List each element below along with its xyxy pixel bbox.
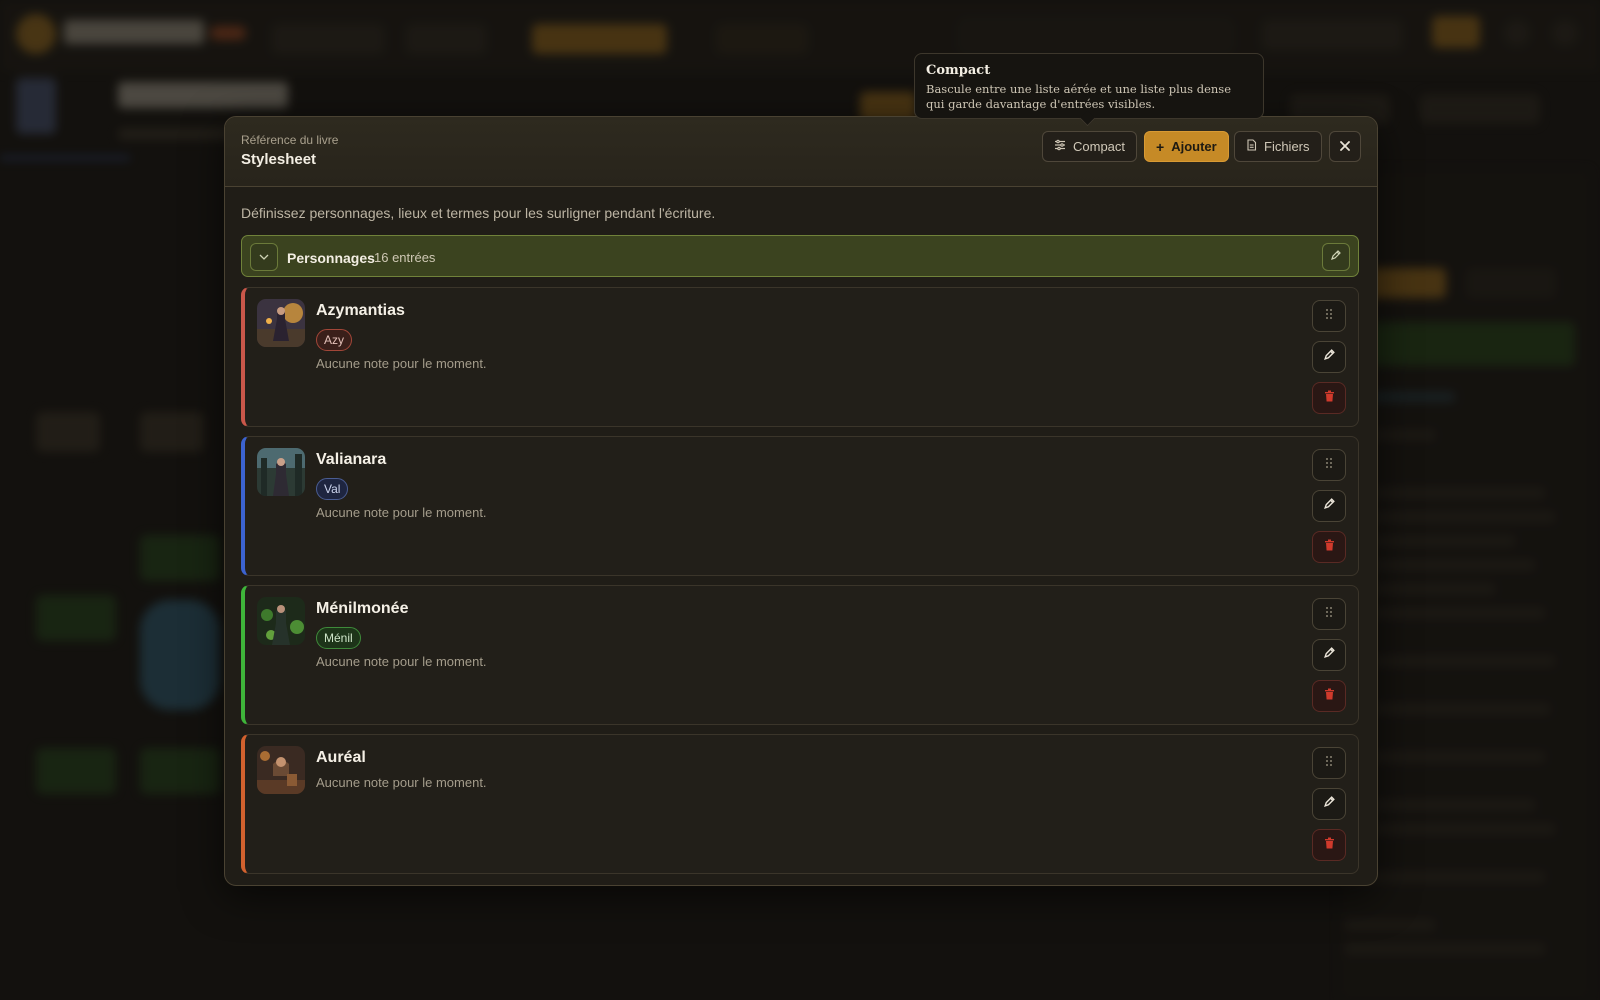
entry-note: Aucune note pour le moment. — [316, 356, 487, 371]
entry-alias: Val — [316, 478, 349, 500]
compact-button-label: Compact — [1073, 139, 1126, 154]
entry-portrait — [257, 299, 305, 347]
modal-title: Stylesheet — [241, 151, 317, 168]
group-count: 16 entrées — [374, 250, 436, 265]
close-icon — [1340, 139, 1350, 154]
entry-alias: Ménil — [316, 627, 361, 649]
grip-icon — [1325, 605, 1333, 623]
drag-handle[interactable] — [1312, 598, 1346, 630]
pencil-icon — [1323, 497, 1336, 515]
pencil-icon — [1323, 348, 1336, 366]
edit-entry-button[interactable] — [1312, 639, 1346, 671]
sliders-icon — [1054, 139, 1066, 154]
files-button-label: Fichiers — [1264, 139, 1310, 154]
edit-entry-button[interactable] — [1312, 341, 1346, 373]
edit-entry-button[interactable] — [1312, 490, 1346, 522]
tooltip-text: Bascule entre une liste aérée et une lis… — [926, 82, 1232, 111]
entry-note: Aucune note pour le moment. — [316, 654, 487, 669]
grip-icon — [1325, 754, 1333, 772]
entry-portrait — [257, 597, 305, 645]
entry-name: Ménilmonée — [316, 600, 409, 617]
stylesheet-modal: Référence du livre Stylesheet Compact + … — [224, 116, 1378, 886]
compact-button[interactable]: Compact — [1042, 131, 1138, 162]
drag-handle[interactable] — [1312, 449, 1346, 481]
edit-group-button[interactable] — [1322, 243, 1350, 271]
modal-header: Référence du livre Stylesheet Compact + … — [225, 117, 1377, 187]
delete-entry-button[interactable] — [1312, 829, 1346, 861]
add-button-label: Ajouter — [1171, 139, 1217, 154]
delete-entry-button[interactable] — [1312, 531, 1346, 563]
drag-handle[interactable] — [1312, 747, 1346, 779]
delete-entry-button[interactable] — [1312, 382, 1346, 414]
group-header-characters[interactable]: Personnages 16 entrées — [241, 235, 1359, 277]
pencil-icon — [1330, 248, 1342, 266]
grip-icon — [1325, 307, 1333, 325]
entry-name: Auréal — [316, 749, 366, 766]
entry-name: Azymantias — [316, 302, 405, 319]
trash-icon — [1324, 538, 1335, 556]
entry-card[interactable]: Auréal Aucune note pour le moment. — [241, 734, 1359, 874]
trash-icon — [1324, 687, 1335, 705]
drag-handle[interactable] — [1312, 300, 1346, 332]
pencil-icon — [1323, 795, 1336, 813]
entry-note: Aucune note pour le moment. — [316, 775, 487, 790]
edit-entry-button[interactable] — [1312, 788, 1346, 820]
document-icon — [1246, 139, 1257, 154]
entry-name: Valianara — [316, 451, 387, 468]
collapse-group-button[interactable] — [250, 243, 278, 271]
entry-card[interactable]: Ménilmonée Ménil Aucune note pour le mom… — [241, 585, 1359, 725]
compact-tooltip: Compact Bascule entre une liste aérée et… — [914, 53, 1264, 119]
plus-icon: + — [1156, 138, 1165, 155]
entry-card[interactable]: Valianara Val Aucune note pour le moment… — [241, 436, 1359, 576]
tooltip-title: Compact — [926, 63, 991, 78]
pencil-icon — [1323, 646, 1336, 664]
modal-description: Définissez personnages, lieux et termes … — [241, 205, 716, 221]
entry-portrait — [257, 746, 305, 794]
group-title: Personnages — [287, 250, 375, 266]
close-button[interactable] — [1329, 131, 1361, 162]
add-entry-button[interactable]: + Ajouter — [1144, 131, 1229, 162]
trash-icon — [1324, 389, 1335, 407]
modal-body: Définissez personnages, lieux et termes … — [241, 186, 1361, 885]
entry-portrait — [257, 448, 305, 496]
grip-icon — [1325, 456, 1333, 474]
delete-entry-button[interactable] — [1312, 680, 1346, 712]
chevron-down-icon — [259, 248, 269, 266]
entry-alias: Azy — [316, 329, 353, 351]
files-button[interactable]: Fichiers — [1234, 131, 1322, 162]
trash-icon — [1324, 836, 1335, 854]
modal-eyebrow: Référence du livre — [241, 133, 339, 147]
entry-note: Aucune note pour le moment. — [316, 505, 487, 520]
entry-card[interactable]: Azymantias Azy Aucune note pour le momen… — [241, 287, 1359, 427]
